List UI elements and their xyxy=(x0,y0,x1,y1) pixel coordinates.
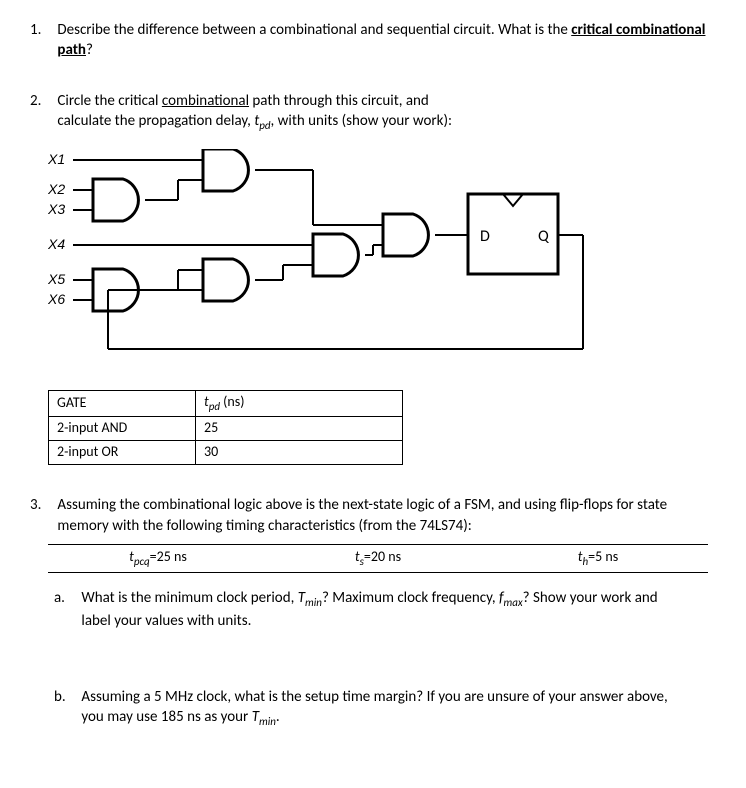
label-x5: X5 xyxy=(48,271,65,287)
q1-text-c: ? xyxy=(86,41,93,59)
label-x6: X6 xyxy=(48,291,65,307)
q3b: b. Assuming a 5 MHz clock, what is the s… xyxy=(54,687,716,730)
q1-text-a: Describe the difference between a combin… xyxy=(57,21,571,39)
gate-delay-table: GATE tpd (ns) 2-input AND 25 2-input OR … xyxy=(48,390,403,465)
circuit-diagram: X1 X2 X3 X4 X5 X6 xyxy=(48,149,716,375)
q2-number: 2. xyxy=(30,91,54,111)
q3a: a. What is the minimum clock period, Tmi… xyxy=(54,588,716,631)
table-header-gate: GATE xyxy=(49,390,196,417)
q3b-number: b. xyxy=(54,687,78,707)
q3a-number: a. xyxy=(54,588,78,608)
and-gate-2 xyxy=(203,149,248,191)
label-x4: X4 xyxy=(48,236,65,252)
label-x2: X2 xyxy=(48,181,65,197)
q1-body: Describe the difference between a combin… xyxy=(57,20,707,61)
question-3: 3. Assuming the combinational logic abov… xyxy=(30,495,716,729)
label-x1: X1 xyxy=(48,151,65,167)
q3b-body: Assuming a 5 MHz clock, what is the setu… xyxy=(81,687,681,730)
question-2: 2. Circle the critical combinational pat… xyxy=(30,91,716,466)
table-header-tpd: tpd (ns) xyxy=(196,390,403,417)
q2-body: Circle the critical combinational path t… xyxy=(57,91,707,134)
q2-sub: pd xyxy=(259,119,270,132)
q3-intro: Assuming the combinational logic above i… xyxy=(57,495,707,536)
timing-cell: tpcq=25 ns xyxy=(48,544,268,573)
q2-line2-a: calculate the propagation delay, xyxy=(57,112,254,130)
q2-line1-a: Circle the critical xyxy=(57,92,161,110)
table-row: 2-input OR 30 xyxy=(49,441,403,465)
q2-line1-b: combinational xyxy=(162,92,249,110)
and-gate-5 xyxy=(313,234,358,276)
q2-line1-c: path through this circuit, and xyxy=(249,92,429,110)
timing-cell: ts=20 ns xyxy=(268,544,488,573)
ff-d-label: D xyxy=(480,227,490,246)
label-x3: X3 xyxy=(48,201,65,217)
ff-q-label: Q xyxy=(538,227,550,246)
question-1: 1. Describe the difference between a com… xyxy=(30,20,716,61)
and-gate-6 xyxy=(383,214,428,256)
q1-number: 1. xyxy=(30,20,54,40)
timing-cell: th=5 ns xyxy=(488,544,708,573)
and-gate-4 xyxy=(203,259,248,301)
q2-line2-b: , with units (show your work): xyxy=(271,112,452,130)
timing-table: tpcq=25 ns ts=20 ns th=5 ns xyxy=(48,544,708,574)
q3-number: 3. xyxy=(30,495,54,515)
q3a-body: What is the minimum clock period, Tmin? … xyxy=(81,588,681,631)
table-row: 2-input AND 25 xyxy=(49,417,403,441)
and-gate-1 xyxy=(93,179,138,221)
